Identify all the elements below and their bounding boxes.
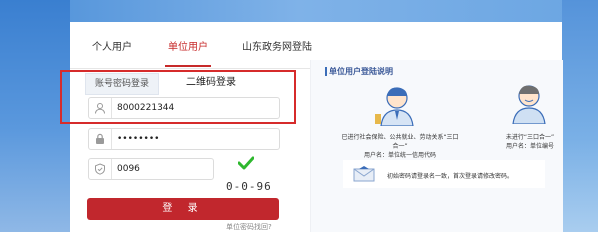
check-icon — [238, 156, 254, 170]
panel-title-marker — [325, 67, 327, 76]
info-panel: 单位用户登陆说明 已进行社会保险、公共就业、劳动关系“三口合一” 用户名：单位统… — [310, 60, 563, 232]
envelope-icon — [353, 166, 375, 182]
captcha-text: 0-0-96 — [226, 180, 272, 193]
right-caption: 未进行“三口合一” 用户名：单位编号 — [499, 133, 561, 151]
notice-box: 初始密码请登录名一致，首次登录请修改密码。 — [343, 160, 545, 188]
shield-check-icon — [89, 159, 112, 179]
background-right — [562, 0, 598, 232]
captcha-input[interactable] — [117, 159, 197, 179]
captcha-field[interactable] — [88, 158, 214, 180]
highlight-box — [60, 70, 296, 124]
active-tab-indicator — [165, 65, 211, 67]
tab-shandong-gov-login[interactable]: 山东政务网登陆 — [242, 38, 312, 53]
captcha-image[interactable]: 0-0-96 — [222, 156, 278, 198]
left-caption-line1: 已进行社会保险、公共就业、劳动关系“三口合一” — [341, 134, 459, 150]
notice-text: 初始密码请登录名一致，首次登录请修改密码。 — [387, 173, 514, 180]
background-top — [0, 0, 598, 22]
password-field[interactable] — [88, 128, 280, 150]
unit-user-illustration — [512, 85, 546, 124]
panel-title: 单位用户登陆说明 — [329, 67, 393, 76]
tab-organization-user[interactable]: 单位用户 — [168, 38, 208, 53]
right-caption-line2: 用户名：单位编号 — [505, 143, 554, 150]
business-user-illustration — [375, 87, 414, 126]
login-button[interactable]: 登 录 — [87, 198, 279, 220]
left-caption: 已进行社会保险、公共就业、劳动关系“三口合一” 用户名：单位统一信用代码 — [341, 133, 459, 160]
lock-icon — [89, 129, 112, 149]
tab-personal-user[interactable]: 个人用户 — [92, 38, 132, 53]
left-caption-line2: 用户名：单位统一信用代码 — [363, 152, 436, 159]
forgot-password-link[interactable]: 单位密码找回? — [226, 222, 272, 232]
right-caption-line1: 未进行“三口合一” — [505, 134, 555, 141]
password-input[interactable] — [117, 129, 267, 149]
